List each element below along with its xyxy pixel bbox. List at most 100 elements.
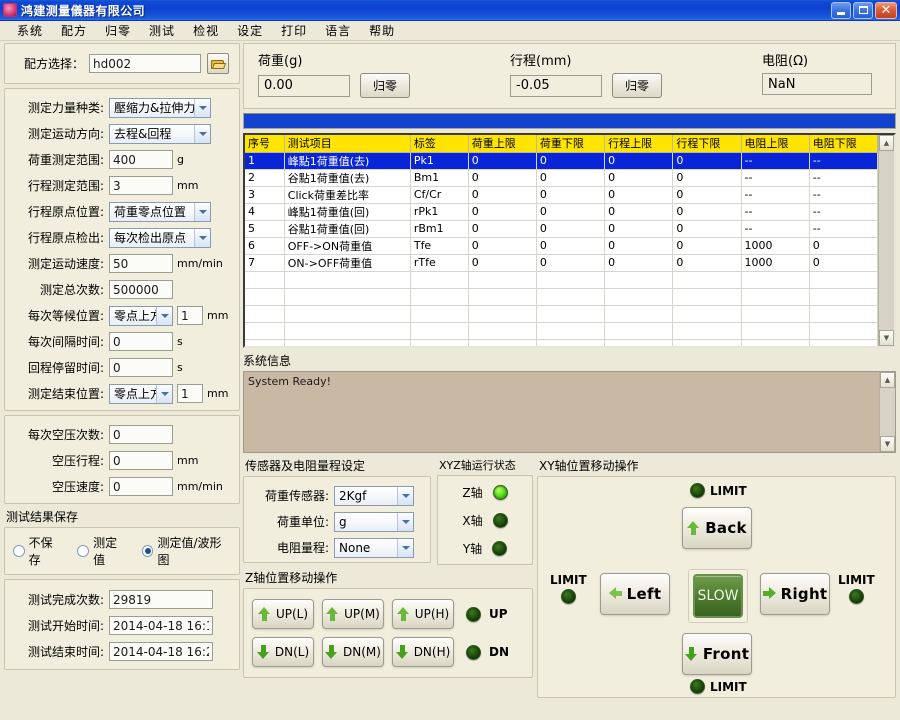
system-info-scrollbar[interactable]: ▲ ▼ — [879, 372, 895, 452]
col-index[interactable]: 序号 — [245, 135, 284, 152]
menu-view[interactable]: 检视 — [184, 20, 228, 41]
table-row[interactable]: 1峰點1荷重值(去)Pk10000---- — [245, 152, 878, 169]
test-items-table[interactable]: 序号 测试项目 标签 荷重上限 荷重下限 行程上限 行程下限 电阻上限 电阻下限 — [243, 133, 896, 348]
radio-no-save[interactable]: 不保存 — [13, 534, 63, 568]
stroke-range-input[interactable] — [109, 176, 173, 195]
radio-measure-value-waveform[interactable]: 测定值/波形图 — [142, 534, 231, 568]
unit-label: mm/min — [177, 480, 223, 493]
table-row[interactable] — [245, 322, 878, 339]
total-count-input[interactable] — [109, 280, 173, 299]
field-interval-time: 每次间隔时间: s — [11, 330, 231, 353]
return-dwell-time-input[interactable] — [109, 358, 173, 377]
col-load-upper[interactable]: 荷重上限 — [468, 135, 536, 152]
menu-settings[interactable]: 设定 — [228, 20, 272, 41]
z-up-low-button[interactable]: UP(L) — [252, 599, 314, 629]
recipe-browse-button[interactable] — [207, 53, 229, 74]
z-down-high-button[interactable]: DN(H) — [392, 637, 454, 667]
air-count-input[interactable] — [109, 425, 173, 444]
table-cell: ON->OFF荷重值 — [284, 254, 410, 271]
z-down-low-button[interactable]: DN(L) — [252, 637, 314, 667]
close-button[interactable]: ✕ — [875, 2, 897, 19]
combo-value: 零点上方 — [114, 307, 162, 324]
table-cell: -- — [741, 186, 809, 203]
motion-direction-combo[interactable]: 去程&回程 — [109, 124, 211, 144]
col-stroke-lower[interactable]: 行程下限 — [673, 135, 741, 152]
field-return-dwell-time: 回程停留时间: s — [11, 356, 231, 379]
load-range-input[interactable] — [109, 150, 173, 169]
load-unit-combo[interactable]: g — [334, 512, 414, 532]
front-button[interactable]: Front — [682, 633, 752, 675]
motion-speed-input[interactable] — [109, 254, 173, 273]
table-row[interactable]: 3Click荷重差比率Cf/Cr0000---- — [245, 186, 878, 203]
end-time-input[interactable] — [109, 642, 213, 661]
menu-system[interactable]: 系统 — [8, 20, 52, 41]
radio-label: 不保存 — [29, 534, 64, 568]
speed-toggle-button[interactable]: SLOW — [693, 574, 743, 618]
stroke-zero-button[interactable]: 归零 — [612, 73, 662, 98]
col-res-lower[interactable]: 电阻下限 — [809, 135, 877, 152]
table-row[interactable] — [245, 339, 878, 346]
z-down-mid-button[interactable]: DN(M) — [322, 637, 384, 667]
col-res-upper[interactable]: 电阻上限 — [741, 135, 809, 152]
minimize-button[interactable] — [831, 2, 851, 19]
table-row[interactable]: 5谷點1荷重值(回)rBm10000---- — [245, 220, 878, 237]
table-vertical-scrollbar[interactable]: ▲ ▼ — [878, 135, 894, 346]
limit-top: LIMIT — [690, 483, 747, 498]
force-type-combo[interactable]: 壓缩力&拉伸力 — [109, 98, 211, 118]
scroll-down-icon[interactable]: ▼ — [880, 436, 895, 452]
wait-position-value-input[interactable] — [177, 306, 203, 325]
radio-measure-value[interactable]: 测定值 — [77, 534, 127, 568]
system-info-box[interactable]: System Ready! ▲ ▼ — [243, 371, 896, 453]
radio-indicator — [77, 545, 89, 557]
table-row[interactable]: 7ON->OFF荷重值rTfe000010000 — [245, 254, 878, 271]
completed-count-input[interactable] — [109, 590, 213, 609]
interval-time-input[interactable] — [109, 332, 173, 351]
origin-detect-combo[interactable]: 每次检出原点 — [109, 228, 211, 248]
col-tag[interactable]: 标签 — [410, 135, 468, 152]
table-row[interactable] — [245, 305, 878, 322]
table-row[interactable] — [245, 271, 878, 288]
scroll-up-icon[interactable]: ▲ — [879, 135, 894, 151]
wait-position-combo[interactable]: 零点上方 — [109, 306, 173, 326]
menu-zero[interactable]: 归零 — [96, 20, 140, 41]
field-wait-position: 每次等候位置: 零点上方 mm — [11, 304, 231, 327]
resistance-range-combo[interactable]: None — [334, 538, 414, 558]
menu-print[interactable]: 打印 — [272, 20, 316, 41]
menu-help[interactable]: 帮助 — [360, 20, 404, 41]
air-stroke-input[interactable] — [109, 451, 173, 470]
table-cell — [245, 271, 284, 288]
recipe-input[interactable] — [89, 54, 201, 73]
maximize-button[interactable] — [853, 2, 873, 19]
table-row[interactable]: 2谷點1荷重值(去)Bm10000---- — [245, 169, 878, 186]
col-test-item[interactable]: 测试项目 — [284, 135, 410, 152]
scroll-up-icon[interactable]: ▲ — [880, 372, 895, 388]
col-load-lower[interactable]: 荷重下限 — [536, 135, 604, 152]
field-air-stroke: 空压行程: mm — [11, 449, 231, 472]
table-row[interactable]: 4峰點1荷重值(回)rPk10000---- — [245, 203, 878, 220]
z-up-mid-button[interactable]: UP(M) — [322, 599, 384, 629]
table-cell: 1000 — [741, 254, 809, 271]
table-row[interactable] — [245, 288, 878, 305]
table-cell: 0 — [673, 186, 741, 203]
end-position-combo[interactable]: 零点上方 — [109, 384, 173, 404]
limit-left: LIMIT — [550, 573, 587, 604]
left-button[interactable]: Left — [600, 573, 670, 615]
menu-language[interactable]: 语言 — [316, 20, 360, 41]
load-zero-button[interactable]: 归零 — [360, 73, 410, 98]
button-label: UP(M) — [344, 607, 380, 621]
back-button[interactable]: Back — [682, 507, 752, 549]
table-cell: 0 — [468, 203, 536, 220]
origin-position-combo[interactable]: 荷重零点位置 — [109, 202, 211, 222]
start-time-input[interactable] — [109, 616, 213, 635]
table-cell — [605, 288, 673, 305]
air-speed-input[interactable] — [109, 477, 173, 496]
col-stroke-upper[interactable]: 行程上限 — [605, 135, 673, 152]
table-row[interactable]: 6OFF->ON荷重值Tfe000010000 — [245, 237, 878, 254]
right-button[interactable]: Right — [760, 573, 830, 615]
menu-test[interactable]: 测试 — [140, 20, 184, 41]
z-up-high-button[interactable]: UP(H) — [392, 599, 454, 629]
menu-recipe[interactable]: 配方 — [52, 20, 96, 41]
load-sensor-combo[interactable]: 2Kgf — [334, 486, 414, 506]
end-position-value-input[interactable] — [177, 384, 203, 403]
scroll-down-icon[interactable]: ▼ — [879, 330, 894, 346]
